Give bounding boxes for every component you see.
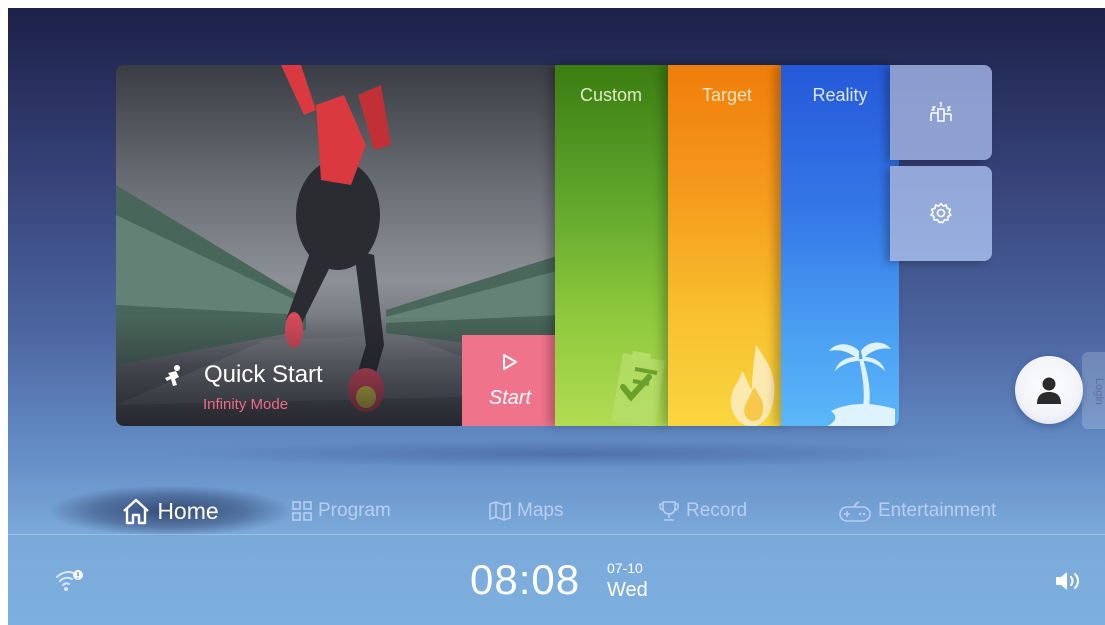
speaker-icon[interactable]	[1054, 570, 1082, 592]
card-shadow	[158, 440, 978, 468]
bottom-nav: Home Program Maps Record Entertainment	[8, 486, 1105, 536]
nav-maps[interactable]: Maps	[489, 486, 563, 536]
reality-program-card[interactable]: Reality	[781, 65, 899, 426]
gear-icon	[930, 202, 952, 224]
clipboard-check-icon	[611, 351, 665, 426]
login-label: Login	[1093, 377, 1105, 405]
nav-record[interactable]: Record	[658, 486, 747, 536]
map-icon	[489, 501, 511, 521]
home-icon	[123, 498, 150, 525]
trophy-icon	[659, 501, 679, 521]
nav-entertainment[interactable]: Entertainment	[838, 486, 996, 536]
start-button[interactable]: Start	[462, 335, 558, 426]
nav-home-label: Home	[157, 497, 219, 524]
quick-start-subtitle: Infinity Mode	[203, 396, 289, 413]
nav-entertainment-label: Entertainment	[878, 500, 997, 521]
palm-island-icon	[827, 342, 895, 426]
avatar[interactable]	[1015, 356, 1083, 424]
leaderboard-button[interactable]	[890, 65, 992, 160]
nav-home[interactable]: Home	[50, 486, 290, 536]
gamepad-icon	[839, 501, 871, 522]
target-program-card[interactable]: Target	[668, 65, 786, 426]
play-icon	[503, 354, 517, 370]
nav-maps-label: Maps	[517, 500, 564, 521]
app-screen: Quick Start Infinity Mode Start Custom T…	[8, 8, 1105, 625]
flame-icon	[730, 345, 775, 426]
target-label: Target	[701, 85, 753, 105]
user-icon	[1037, 377, 1061, 404]
nav-divider	[8, 534, 1105, 535]
reality-label: Reality	[812, 85, 868, 105]
wifi-alert-icon[interactable]	[54, 568, 84, 594]
custom-label: Custom	[579, 85, 642, 105]
nav-program-label: Program	[318, 500, 391, 521]
settings-button[interactable]	[890, 166, 992, 261]
clock-date: 07-10	[607, 560, 643, 576]
nav-program[interactable]: Program	[292, 486, 391, 536]
nav-record-label: Record	[686, 500, 748, 521]
login-tab[interactable]: Login	[1082, 352, 1105, 429]
running-figure-icon	[165, 365, 180, 386]
custom-program-card[interactable]: Custom	[555, 65, 673, 426]
clock-weekday: Wed	[607, 579, 648, 601]
grid-icon	[292, 501, 312, 521]
start-label: Start	[488, 387, 532, 409]
clock-time: 08:08	[470, 556, 581, 603]
quick-start-title: Quick Start	[204, 361, 323, 388]
podium-icon	[930, 101, 952, 122]
quick-start-card[interactable]: Quick Start Infinity Mode Start	[116, 65, 560, 426]
